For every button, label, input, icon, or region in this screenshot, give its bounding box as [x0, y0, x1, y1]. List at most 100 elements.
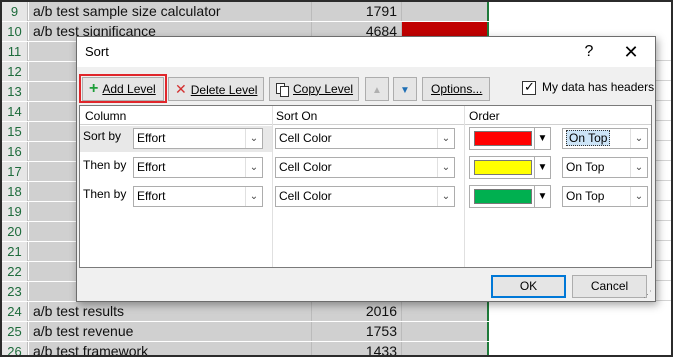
row-number[interactable]: 18 [2, 182, 28, 201]
row-number[interactable]: 15 [2, 122, 28, 141]
cell-volume[interactable]: 1433 [311, 342, 401, 355]
color-picker-2[interactable]: ▼ [469, 156, 551, 179]
cell-keyword[interactable]: a/b test framework [29, 342, 311, 355]
cell-volume[interactable]: 1791 [311, 2, 401, 21]
dropdown-icon: ⌄ [245, 158, 262, 177]
position-value: On Top [566, 130, 611, 146]
position-select-2[interactable]: On Top ⌄ [562, 157, 648, 178]
sheet-row: 9 a/b test sample size calculator 1791 [2, 2, 671, 21]
sort-on-select-3[interactable]: Cell Color ⌄ [275, 186, 455, 207]
dropdown-icon: ⌄ [245, 187, 262, 206]
add-level-label: Add Level [102, 82, 156, 96]
row-number[interactable]: 11 [2, 42, 28, 61]
row-number[interactable]: 12 [2, 62, 28, 81]
color-swatch-3 [474, 189, 532, 204]
dropdown-icon: ⌄ [630, 187, 647, 206]
column-select-2[interactable]: Effort ⌄ [133, 157, 263, 178]
cell-empty[interactable] [487, 342, 671, 355]
column-select-value: Effort [137, 160, 166, 174]
position-value: On Top [566, 160, 605, 174]
cell-effort-color[interactable] [401, 322, 487, 341]
column-select-1[interactable]: Effort ⌄ [133, 128, 263, 149]
cell-empty[interactable] [487, 302, 671, 321]
ok-button[interactable]: OK [491, 275, 566, 298]
options-button[interactable]: Options... [422, 77, 490, 101]
sort-on-value: Cell Color [279, 189, 332, 203]
copy-level-button[interactable]: Copy Level [269, 77, 359, 101]
sort-dialog: Sort ? ✕ + Add Level ✕ Delete Level Copy L… [76, 36, 656, 302]
dropdown-icon: ⌄ [437, 129, 454, 148]
position-select-1[interactable]: On Top ⌄ [562, 128, 648, 149]
position-value: On Top [566, 189, 605, 203]
copy-icon [276, 82, 289, 97]
close-button[interactable]: ✕ [617, 40, 645, 64]
row-number[interactable]: 13 [2, 82, 28, 101]
order-header: Order [469, 109, 500, 123]
options-label: Options... [431, 82, 483, 96]
sort-on-value: Cell Color [279, 160, 332, 174]
row-number[interactable]: 9 [2, 2, 28, 21]
dropdown-icon: ⌄ [630, 129, 647, 148]
cell-empty[interactable] [487, 2, 671, 21]
row-number[interactable]: 22 [2, 262, 28, 281]
help-button[interactable]: ? [577, 40, 601, 64]
dropdown-icon: ⌄ [437, 187, 454, 206]
column-header: Column [85, 109, 127, 123]
check-icon: ✓ [524, 79, 535, 94]
color-picker-1[interactable]: ▼ [469, 127, 551, 150]
column-select-3[interactable]: Effort ⌄ [133, 186, 263, 207]
move-up-button[interactable]: ▲ [365, 77, 389, 101]
row-number[interactable]: 24 [2, 302, 28, 321]
dropdown-icon: ⌄ [630, 158, 647, 177]
cell-keyword[interactable]: a/b test results [29, 302, 311, 321]
then-by-label: Then by [83, 158, 127, 172]
row-number[interactable]: 25 [2, 322, 28, 341]
row-number[interactable]: 14 [2, 102, 28, 121]
plus-icon: + [89, 80, 99, 97]
sort-on-header: Sort On [276, 109, 318, 123]
row-number[interactable]: 10 [2, 22, 28, 41]
cell-effort-color[interactable] [401, 302, 487, 321]
dropdown-arrow-icon: ▼ [534, 186, 550, 207]
cell-volume[interactable]: 1753 [311, 322, 401, 341]
dropdown-icon: ⌄ [437, 158, 454, 177]
row-number[interactable]: 23 [2, 282, 28, 301]
row-number[interactable]: 19 [2, 202, 28, 221]
color-picker-3[interactable]: ▼ [469, 185, 551, 208]
cell-empty[interactable] [487, 322, 671, 341]
row-number[interactable]: 17 [2, 162, 28, 181]
resize-grip-icon[interactable]: ⋰ [643, 289, 653, 299]
add-level-button[interactable]: + Add Level [82, 77, 164, 101]
color-swatch-1 [474, 131, 532, 146]
cancel-button[interactable]: Cancel [572, 275, 647, 298]
dropdown-icon: ⌄ [245, 129, 262, 148]
sort-on-select-2[interactable]: Cell Color ⌄ [275, 157, 455, 178]
row-number[interactable]: 16 [2, 142, 28, 161]
delete-x-icon: ✕ [175, 81, 187, 97]
dialog-titlebar[interactable]: Sort ? ✕ [77, 37, 655, 67]
row-number[interactable]: 20 [2, 222, 28, 241]
dropdown-arrow-icon: ▼ [534, 128, 550, 149]
sheet-row: 25 a/b test revenue 1753 [2, 322, 671, 341]
dropdown-arrow-icon: ▼ [534, 157, 550, 178]
row-number[interactable]: 26 [2, 342, 28, 355]
cell-keyword[interactable]: a/b test revenue [29, 322, 311, 341]
delete-level-button[interactable]: ✕ Delete Level [168, 77, 264, 101]
cell-volume[interactable]: 2016 [311, 302, 401, 321]
header-divider [80, 124, 651, 125]
then-by-label: Then by [83, 187, 127, 201]
dialog-title: Sort [85, 44, 109, 59]
row-number[interactable]: 21 [2, 242, 28, 261]
delete-level-label: Delete Level [190, 83, 258, 97]
sort-on-select-1[interactable]: Cell Color ⌄ [275, 128, 455, 149]
position-select-3[interactable]: On Top ⌄ [562, 186, 648, 207]
sheet-row: 24 a/b test results 2016 [2, 302, 671, 321]
sheet-row: 26 a/b test framework 1433 [2, 342, 671, 355]
arrow-up-icon: ▲ [372, 85, 382, 96]
headers-checkbox[interactable]: ✓ [522, 79, 536, 95]
cell-effort-color[interactable] [401, 342, 487, 355]
cell-keyword[interactable]: a/b test sample size calculator [29, 2, 311, 21]
cell-effort-color[interactable] [401, 2, 487, 21]
headers-checkbox-label[interactable]: My data has headers [542, 80, 654, 94]
move-down-button[interactable]: ▼ [393, 77, 417, 101]
